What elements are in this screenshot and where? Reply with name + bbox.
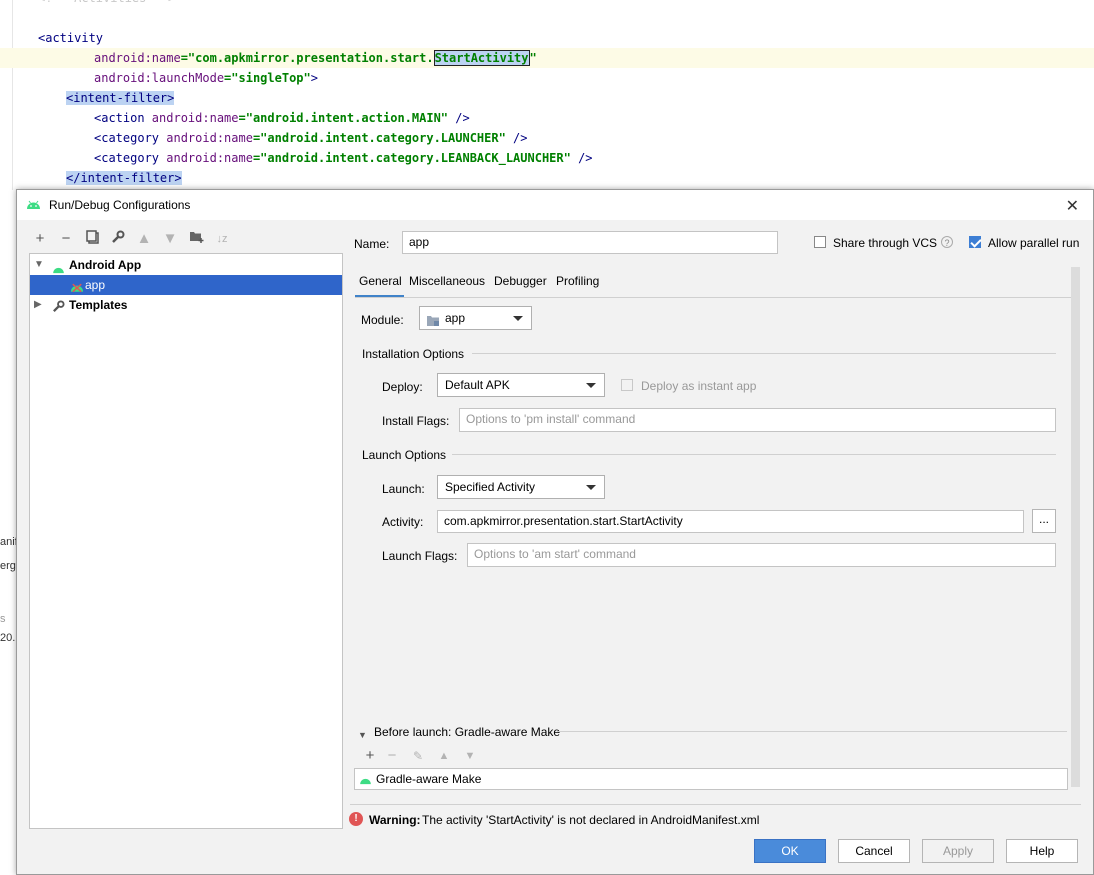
wrench-icon — [52, 299, 65, 319]
help-button[interactable]: Help — [1006, 839, 1078, 863]
module-folder-icon — [426, 312, 441, 334]
code-line-intent-filter-open: <intent-filter> — [66, 91, 175, 105]
before-launch-toolbar: + − ✎ ▲ ▼ — [361, 747, 491, 767]
add-icon[interactable]: + — [361, 747, 379, 765]
copy-icon[interactable] — [83, 230, 101, 248]
before-launch-expand-icon[interactable]: ▼ — [358, 730, 367, 740]
remove-icon[interactable]: − — [57, 230, 75, 248]
installation-options-divider — [472, 353, 1056, 354]
tree-item-android-app[interactable]: ▼ Android App — [30, 255, 342, 275]
background-fragment: s — [0, 613, 6, 625]
scrollbar[interactable] — [1071, 267, 1080, 787]
launch-label: Launch: — [382, 482, 425, 496]
chevron-down-icon — [586, 383, 596, 388]
help-icon[interactable]: ? — [941, 236, 953, 248]
tree-item-app[interactable]: app — [30, 275, 342, 295]
code-line-name: android:name="com.apkmirror.presentation… — [94, 50, 537, 66]
code-line-intent-filter-close: </intent-filter> — [66, 171, 182, 185]
module-select[interactable]: app — [419, 306, 532, 330]
code-line-activity: <activity — [38, 31, 104, 45]
code-line-launchmode: android:launchMode="singleTop"> — [94, 71, 318, 85]
allow-parallel-label: Allow parallel run — [988, 236, 1080, 250]
code-line-category-leanback: <category android:name="android.intent.c… — [94, 151, 593, 165]
android-icon — [359, 774, 372, 788]
install-flags-label: Install Flags: — [382, 414, 450, 428]
before-launch-divider — [557, 731, 1067, 732]
share-vcs-label: Share through VCS — [833, 236, 938, 250]
deploy-instant-checkbox[interactable] — [621, 379, 633, 391]
activity-input[interactable]: com.apkmirror.presentation.start.StartAc… — [437, 510, 1024, 533]
config-tabs: General Miscellaneous Debugger Profiling — [355, 274, 1071, 298]
move-up-icon[interactable]: ▲ — [435, 747, 453, 765]
sort-icon[interactable]: ↓z — [213, 230, 231, 248]
deploy-select[interactable]: Default APK — [437, 373, 605, 397]
deploy-instant-label: Deploy as instant app — [641, 379, 757, 393]
install-flags-input[interactable]: Options to 'pm install' command — [459, 408, 1056, 432]
tab-miscellaneous[interactable]: Miscellaneous — [409, 274, 485, 288]
wrench-icon[interactable] — [109, 230, 127, 248]
editor-gutter — [12, 0, 13, 190]
move-down-icon[interactable]: ▼ — [161, 230, 179, 248]
add-icon[interactable]: + — [31, 230, 49, 248]
move-down-icon[interactable]: ▼ — [461, 747, 479, 765]
apply-button[interactable]: Apply — [922, 839, 994, 863]
code-line-action: <action android:name="android.intent.act… — [94, 111, 470, 125]
warning-message: The activity 'StartActivity' is not decl… — [422, 813, 760, 827]
tab-general[interactable]: General — [359, 274, 402, 288]
chevron-down-icon — [586, 485, 596, 490]
launch-options-title: Launch Options — [362, 448, 447, 462]
before-launch-item[interactable]: Gradle-aware Make — [376, 772, 481, 786]
launch-flags-label: Launch Flags: — [382, 549, 458, 563]
collapse-arrow-icon[interactable]: ▶ — [34, 295, 42, 315]
new-folder-icon[interactable] — [187, 230, 205, 248]
ok-button[interactable]: OK — [754, 839, 826, 863]
activity-label: Activity: — [382, 515, 424, 529]
expand-arrow-icon[interactable]: ▼ — [34, 255, 44, 275]
deploy-label: Deploy: — [382, 380, 423, 394]
tab-debugger[interactable]: Debugger — [494, 274, 547, 288]
warning-icon: ! — [349, 812, 363, 826]
run-debug-configurations-dialog: Run/Debug Configurations ✕ + − ▲ ▼ ↓z ▼ … — [16, 189, 1094, 875]
bottom-divider — [350, 804, 1081, 805]
tree-item-templates[interactable]: ▶ Templates — [30, 295, 342, 315]
cancel-button[interactable]: Cancel — [838, 839, 910, 863]
launch-select[interactable]: Specified Activity — [437, 475, 605, 499]
code-comment-line: <!-- Activities --> — [38, 0, 175, 8]
move-up-icon[interactable]: ▲ — [135, 230, 153, 248]
warning-label: Warning: — [369, 813, 421, 827]
edit-icon[interactable]: ✎ — [409, 747, 427, 765]
launch-options-divider — [452, 454, 1056, 455]
tab-profiling[interactable]: Profiling — [556, 274, 599, 288]
allow-parallel-checkbox[interactable] — [969, 236, 981, 248]
selected-text: StartActivity — [433, 50, 530, 66]
remove-icon[interactable]: − — [383, 747, 401, 765]
launch-flags-input[interactable]: Options to 'am start' command — [467, 543, 1056, 567]
tab-divider — [355, 297, 1071, 298]
before-launch-title: Before launch: Gradle-aware Make — [374, 725, 561, 739]
share-vcs-checkbox[interactable] — [814, 236, 826, 248]
background-fragment: 20. — [0, 632, 16, 644]
close-icon[interactable]: ✕ — [1066, 196, 1079, 216]
dialog-title: Run/Debug Configurations — [49, 198, 191, 212]
dialog-titlebar[interactable]: Run/Debug Configurations ✕ — [17, 190, 1093, 220]
activity-browse-button[interactable]: ... — [1032, 509, 1056, 533]
name-label: Name: — [354, 237, 390, 251]
installation-options-title: Installation Options — [362, 347, 465, 361]
chevron-down-icon — [513, 316, 523, 321]
code-line-category-launcher: <category android:name="android.intent.c… — [94, 131, 528, 145]
android-icon — [26, 199, 41, 213]
before-launch-list[interactable]: Gradle-aware Make — [354, 768, 1068, 790]
configuration-tree[interactable]: ▼ Android App app ▶ Templates — [29, 253, 343, 829]
name-input[interactable]: app — [402, 231, 778, 254]
module-label: Module: — [361, 313, 404, 327]
